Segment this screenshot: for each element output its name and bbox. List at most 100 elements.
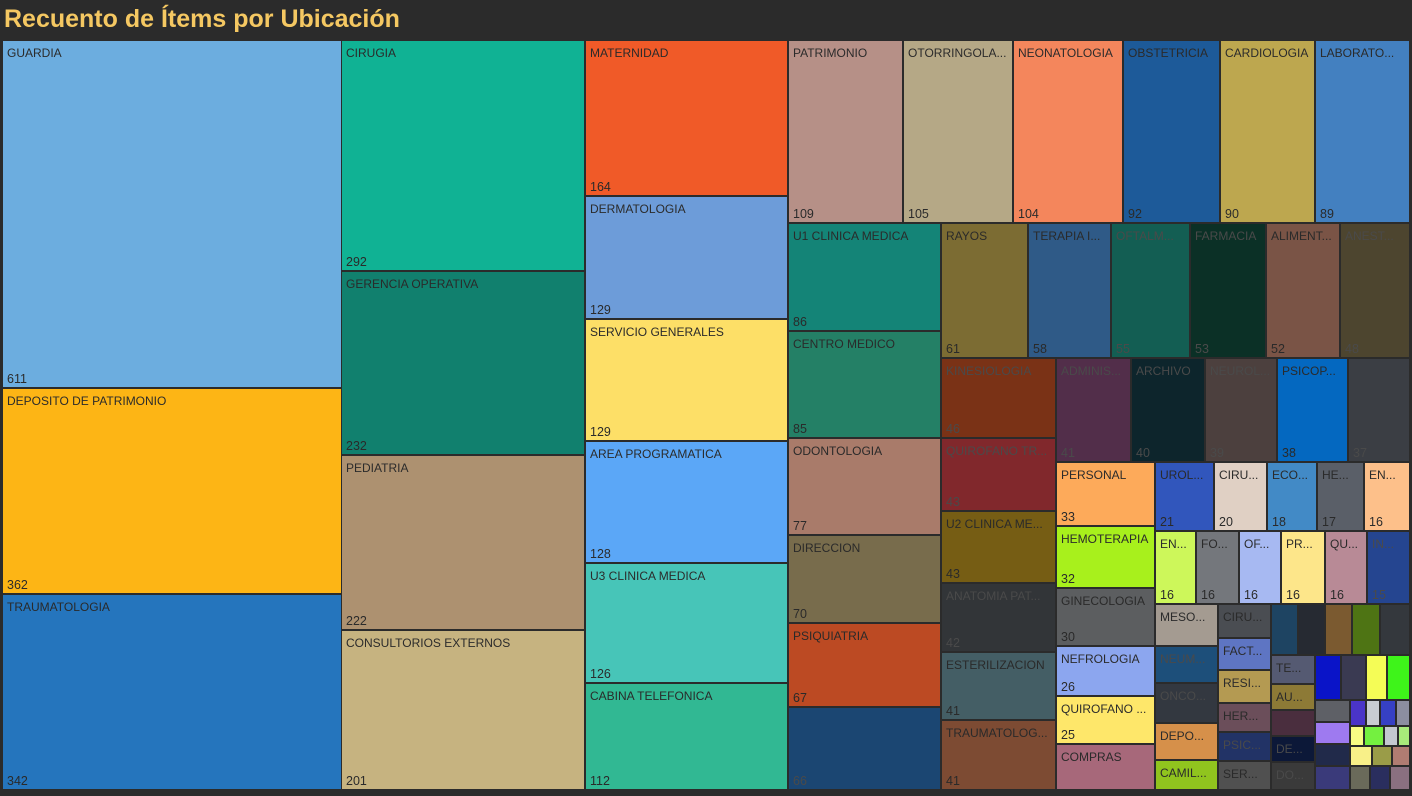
treemap-tile[interactable]: NEONATOLOGIA 104 — [1013, 40, 1123, 223]
treemap-tile[interactable] — [1315, 766, 1350, 790]
treemap-tile[interactable]: EN... 16 — [1155, 531, 1196, 604]
treemap-tile[interactable]: ONCO... — [1155, 683, 1218, 723]
treemap-tile[interactable]: MESO... — [1155, 604, 1218, 646]
treemap-tile[interactable]: GUARDIA 611 — [2, 40, 342, 388]
treemap-tile[interactable] — [1325, 604, 1352, 655]
treemap-tile[interactable]: GERENCIA OPERATIVA 232 — [341, 271, 585, 455]
treemap-tile[interactable]: PSICOP... 38 — [1277, 358, 1348, 462]
treemap-tile[interactable]: PSIC... — [1218, 732, 1271, 761]
treemap-tile[interactable]: CIRU... 20 — [1214, 462, 1267, 531]
treemap-tile[interactable] — [1372, 746, 1392, 766]
treemap-tile[interactable]: 66 — [788, 707, 941, 790]
treemap-tile[interactable]: ADMINIS... 41 — [1056, 358, 1131, 462]
treemap-tile[interactable]: COMPRAS — [1056, 744, 1155, 790]
treemap-tile[interactable]: AREA PROGRAMATICA 128 — [585, 441, 788, 563]
treemap-tile[interactable] — [1271, 604, 1298, 655]
treemap-tile[interactable]: DERMATOLOGIA 129 — [585, 196, 788, 319]
treemap-tile[interactable] — [1396, 700, 1410, 726]
treemap-tile[interactable] — [1315, 700, 1350, 722]
treemap-tile[interactable]: CENTRO MEDICO 85 — [788, 331, 941, 438]
treemap-tile[interactable] — [1350, 746, 1372, 766]
treemap-tile[interactable]: ECO... 18 — [1267, 462, 1317, 531]
treemap-tile[interactable]: U2 CLINICA ME... 43 — [941, 511, 1056, 583]
treemap-tile[interactable]: U1 CLINICA MEDICA 86 — [788, 223, 941, 331]
treemap-tile[interactable]: AU... — [1271, 684, 1315, 710]
treemap-tile[interactable]: ANATOMIA PAT... 42 — [941, 583, 1056, 652]
treemap-tile[interactable]: OBSTETRICIA 92 — [1123, 40, 1220, 223]
treemap-tile[interactable]: CAMIL... — [1155, 760, 1218, 790]
treemap-tile[interactable]: CARDIOLOGIA 90 — [1220, 40, 1315, 223]
treemap-tile[interactable]: LABORATO... 89 — [1315, 40, 1410, 223]
treemap-tile[interactable]: HER... — [1218, 703, 1271, 732]
treemap-tile[interactable]: HE... 17 — [1317, 462, 1364, 531]
treemap-tile[interactable]: ANEST... 48 — [1340, 223, 1410, 358]
treemap-tile[interactable] — [1392, 746, 1410, 766]
treemap-tile[interactable]: KINESIOLOGIA 46 — [941, 358, 1056, 438]
treemap-tile[interactable]: U3 CLINICA MEDICA 126 — [585, 563, 788, 683]
treemap-tile[interactable]: NEUM... — [1155, 646, 1218, 683]
treemap-tile[interactable] — [1366, 700, 1380, 726]
treemap-tile[interactable] — [1380, 604, 1410, 655]
treemap-tile[interactable] — [1298, 604, 1325, 655]
treemap-tile[interactable] — [1380, 700, 1396, 726]
treemap-tile[interactable]: OFTALM... 55 — [1111, 223, 1190, 358]
treemap-tile[interactable]: OF... 16 — [1239, 531, 1281, 604]
treemap-tile[interactable]: PR... 16 — [1281, 531, 1325, 604]
treemap-tile[interactable]: PSIQUIATRIA 67 — [788, 623, 941, 707]
treemap-tile[interactable]: CIRU... — [1218, 604, 1271, 638]
treemap-tile[interactable]: DEPO... — [1155, 723, 1218, 760]
treemap-tile[interactable]: DEPOSITO DE PATRIMONIO 362 — [2, 388, 342, 594]
treemap-tile[interactable]: PERSONAL 33 — [1056, 462, 1155, 526]
treemap-tile[interactable]: IN... 15 — [1367, 531, 1410, 604]
treemap-tile[interactable]: DIRECCION 70 — [788, 535, 941, 623]
treemap-tile[interactable] — [1350, 700, 1366, 726]
treemap-tile[interactable] — [1352, 604, 1380, 655]
treemap-tile[interactable] — [1390, 766, 1410, 790]
treemap-tile[interactable]: DE... — [1271, 736, 1315, 762]
treemap-tile[interactable] — [1387, 655, 1410, 700]
treemap-tile[interactable] — [1398, 726, 1410, 746]
treemap-tile[interactable]: TRAUMATOLOGIA 342 — [2, 594, 342, 790]
treemap-tile[interactable]: TE... — [1271, 655, 1315, 684]
treemap-tile[interactable]: PATRIMONIO 109 — [788, 40, 903, 223]
treemap-tile[interactable]: MATERNIDAD 164 — [585, 40, 788, 196]
treemap-tile[interactable]: CONSULTORIOS EXTERNOS 201 — [341, 630, 585, 790]
treemap-tile[interactable]: ARCHIVO 40 — [1131, 358, 1205, 462]
treemap-tile[interactable] — [1341, 655, 1366, 700]
treemap-tile[interactable]: DO... — [1271, 762, 1315, 790]
treemap-tile[interactable]: CIRUGIA 292 — [341, 40, 585, 271]
treemap-tile[interactable]: FO... 16 — [1196, 531, 1239, 604]
treemap-tile[interactable]: EN... 16 — [1364, 462, 1410, 531]
treemap-tile[interactable] — [1366, 655, 1387, 700]
treemap-tile[interactable]: FACT... — [1218, 638, 1271, 670]
treemap-tile[interactable] — [1364, 726, 1384, 746]
treemap-tile[interactable]: FARMACIA 53 — [1190, 223, 1266, 358]
treemap-tile[interactable]: CABINA TELEFONICA 112 — [585, 683, 788, 790]
treemap-tile[interactable]: QUIROFANO ... 25 — [1056, 696, 1155, 744]
treemap-tile[interactable] — [1315, 744, 1350, 766]
treemap-tile[interactable]: 37 — [1348, 358, 1410, 462]
treemap-tile[interactable]: ESTERILIZACION 41 — [941, 652, 1056, 720]
treemap-tile[interactable]: OTORRINGOLA... 105 — [903, 40, 1013, 223]
treemap-tile[interactable] — [1384, 726, 1398, 746]
treemap-tile[interactable]: QU... 16 — [1325, 531, 1367, 604]
treemap-tile[interactable] — [1271, 710, 1315, 736]
treemap-tile[interactable] — [1350, 726, 1364, 746]
treemap-tile[interactable] — [1370, 766, 1390, 790]
treemap-tile[interactable]: UROL... 21 — [1155, 462, 1214, 531]
treemap-tile[interactable]: ODONTOLOGIA 77 — [788, 438, 941, 535]
treemap-tile[interactable]: RAYOS 61 — [941, 223, 1028, 358]
treemap-tile[interactable]: NEUROL... 39 — [1205, 358, 1277, 462]
treemap-tile[interactable]: QUIROFANO TR... 43 — [941, 438, 1056, 511]
treemap-tile[interactable] — [1350, 766, 1370, 790]
treemap-tile[interactable]: HEMOTERAPIA 32 — [1056, 526, 1155, 588]
treemap-tile[interactable]: TRAUMATOLOG... 41 — [941, 720, 1056, 790]
treemap-tile[interactable]: TERAPIA I... 58 — [1028, 223, 1111, 358]
treemap-tile[interactable] — [1315, 655, 1341, 700]
treemap-tile[interactable]: PEDIATRIA 222 — [341, 455, 585, 630]
treemap-tile[interactable]: GINECOLOGIA 30 — [1056, 588, 1155, 646]
treemap-tile[interactable]: ALIMENT... 52 — [1266, 223, 1340, 358]
treemap-tile[interactable] — [1315, 722, 1350, 744]
treemap-tile[interactable]: SERVICIO GENERALES 129 — [585, 319, 788, 441]
treemap-tile[interactable]: NEFROLOGIA 26 — [1056, 646, 1155, 696]
